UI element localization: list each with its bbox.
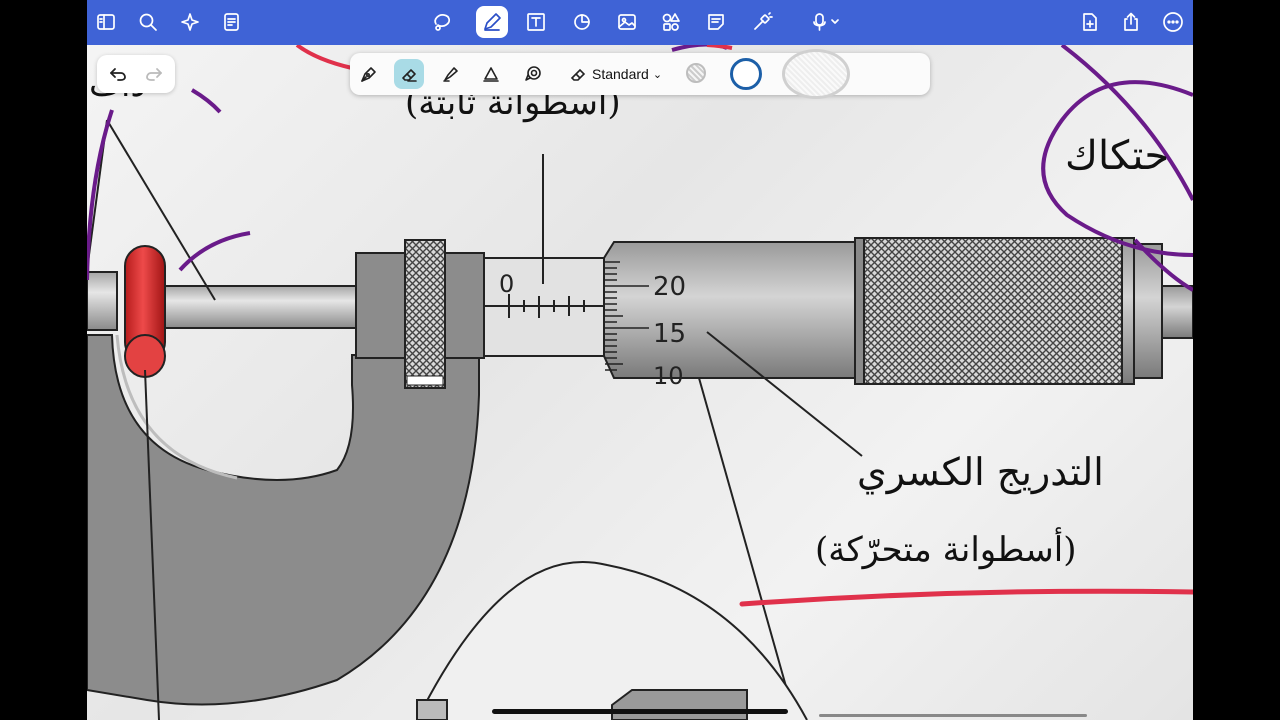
pen-style-label: Standard [592,66,649,82]
pen-style-select[interactable]: Standard ⌄ [562,59,672,89]
shapes-icon[interactable] [568,8,596,36]
pen-icon[interactable] [476,6,508,38]
undo-redo-group [97,55,175,93]
ratchet [863,237,1123,385]
share-icon[interactable] [1117,8,1145,36]
color-swatch-white[interactable] [782,49,850,99]
app-window: 0 20 15 10 (أسطوانة ثابتة) حتكاك التدريج… [87,0,1193,720]
home-indicator [492,709,788,714]
label-fractional-scale: التدريج الكسري [857,450,1104,494]
elements-icon[interactable] [657,8,685,36]
microphone-icon[interactable] [804,8,848,36]
note-canvas[interactable]: 0 20 15 10 (أسطوانة ثابتة) حتكاك التدريج… [87,45,1193,720]
thimble-20-label: 20 [653,272,686,302]
thimble-15-label: 15 [653,319,686,349]
redo-icon[interactable] [141,61,167,87]
ai-sparkle-icon[interactable] [176,8,204,36]
text-box-icon[interactable] [522,8,550,36]
spindle [161,285,363,329]
more-icon[interactable] [1159,8,1187,36]
shape-tool-icon[interactable] [476,59,506,89]
micrometer-diagram: 0 20 15 10 [87,45,1193,720]
thimble-10-label: 10 [653,362,684,390]
highlighter-icon[interactable] [436,59,466,89]
scroll-indicator[interactable] [819,714,1087,717]
eraser-small-icon [570,68,586,81]
ink-underline-red [739,588,1193,607]
image-icon[interactable] [613,8,641,36]
sleeve-zero-label: 0 [499,270,514,298]
search-icon[interactable] [134,8,162,36]
anvil [87,271,118,331]
eraser-icon[interactable] [394,59,424,89]
pen-toolbar: Standard ⌄ [350,49,930,99]
lasso-pen-icon[interactable] [518,59,548,89]
top-toolbar [87,0,1193,45]
color-swatch-gray[interactable] [686,63,706,83]
thimble [603,241,858,379]
fountain-pen-icon[interactable] [354,59,384,89]
label-moving-cylinder: (أسطوانة متحرّكة) [815,530,1077,570]
lasso-icon[interactable] [428,8,456,36]
color-swatch-blue[interactable] [730,58,762,90]
laser-pointer-icon[interactable] [748,8,776,36]
sidebar-icon[interactable] [92,8,120,36]
undo-icon[interactable] [105,61,131,87]
label-friction: حتكاك [1065,133,1170,179]
document-icon[interactable] [218,8,246,36]
chevron-down-icon: ⌄ [652,68,663,81]
sticky-note-icon[interactable] [702,8,730,36]
add-page-icon[interactable] [1076,8,1104,36]
